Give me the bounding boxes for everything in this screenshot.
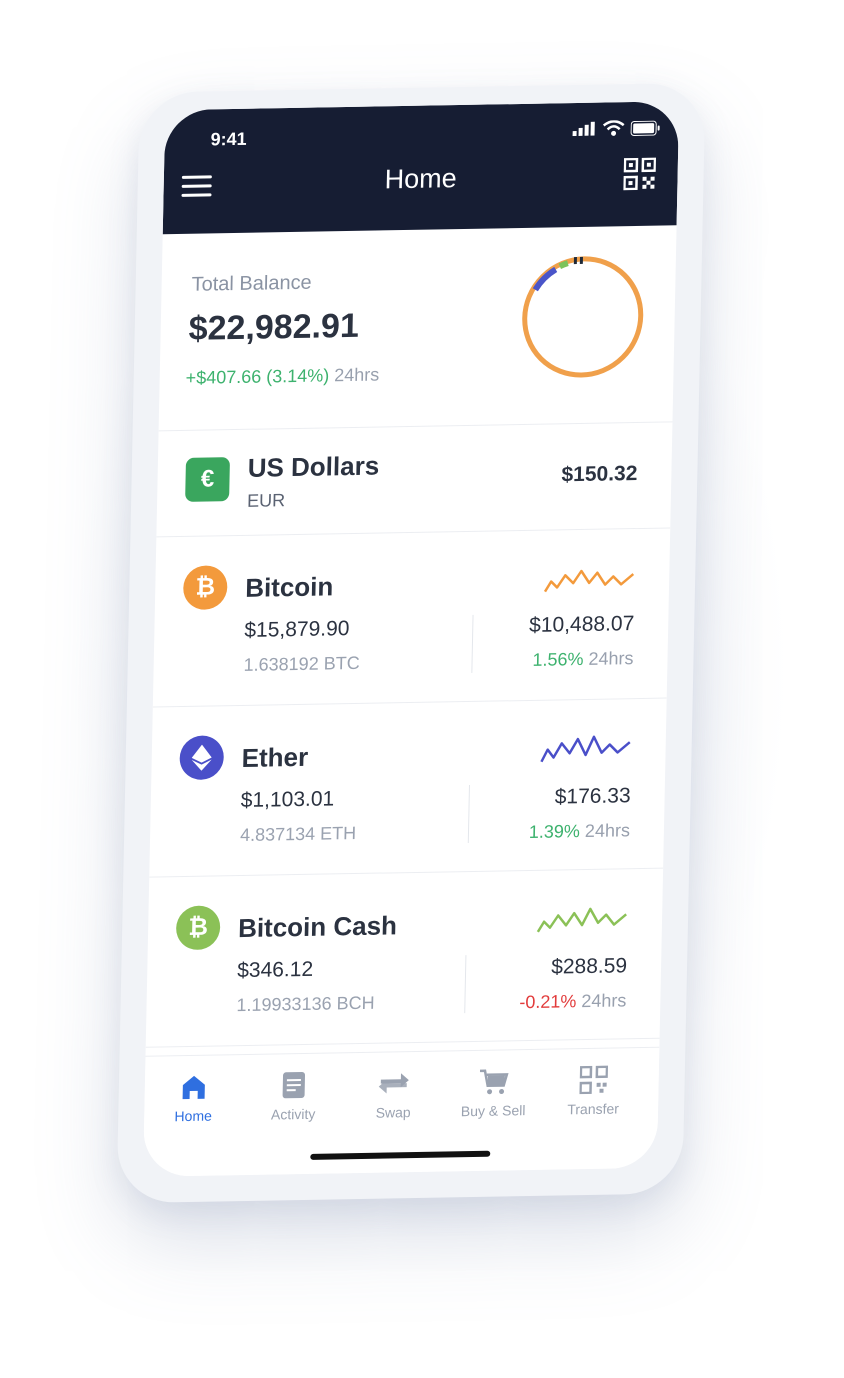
coin-holding: 1.19933136 BCH (236, 992, 375, 1016)
total-balance-amount: $22,982.91 (188, 306, 360, 348)
activity-icon (282, 1071, 306, 1099)
balance-change-period: 24hrs (334, 364, 380, 386)
battery-icon (630, 120, 660, 136)
page-title: Home (384, 163, 458, 195)
tab-label: Activity (270, 1105, 316, 1123)
signal-icon (572, 121, 595, 137)
allocation-segment-other (579, 256, 583, 264)
bitcoin-icon: ₿ (182, 565, 228, 610)
ethereum-icon (179, 735, 225, 781)
coin-change-period: 24hrs (588, 648, 634, 669)
status-time: 9:41 (210, 128, 247, 150)
tab-activity[interactable]: Activity (248, 1067, 339, 1123)
tab-label: Home (174, 1107, 213, 1125)
coin-change: 1.56% 24hrs (532, 648, 634, 671)
ether-sparkline (540, 735, 631, 763)
wifi-icon (602, 120, 625, 136)
coin-price: $288.59 (550, 954, 628, 979)
coin-change: -0.21% 24hrs (519, 990, 627, 1013)
coin-value: $346.12 (236, 957, 314, 983)
home-indicator[interactable] (310, 1150, 491, 1160)
coin-holding: 4.837134 ETH (239, 822, 357, 846)
coin-row-bitcoin-cash[interactable]: ₿ Bitcoin Cash $346.12 1.19933136 BCH $2… (145, 867, 664, 1048)
coin-change: 1.39% 24hrs (528, 820, 631, 843)
total-balance-label: Total Balance (191, 271, 312, 296)
tab-label: Buy & Sell (460, 1102, 526, 1120)
cart-icon (479, 1069, 509, 1095)
coin-row-bitcoin[interactable]: ₿ Bitcoin $15,879.90 1.638192 BTC $10,48… (152, 527, 671, 708)
cash-row[interactable]: € US Dollars EUR $150.32 (156, 421, 673, 538)
home-icon (182, 1075, 205, 1100)
total-balance-card: Total Balance $22,982.91 +$407.66 (3.14%… (158, 225, 677, 432)
coin-price: $10,488.07 (528, 612, 635, 637)
phone-screen: 9:41 Home Total Balance $22,982.91 +$407… (142, 101, 680, 1177)
bitcoin-sparkline (543, 569, 635, 593)
tab-transfer[interactable]: Transfer (548, 1062, 639, 1118)
row-divider (467, 785, 470, 844)
coin-change-value: 1.56% (532, 648, 584, 670)
phone-device: 9:41 Home Total Balance $22,982.91 +$407… (116, 82, 706, 1204)
coin-name: Bitcoin Cash (237, 910, 398, 944)
euro-icon: € (185, 457, 230, 502)
cash-value: $150.32 (561, 462, 638, 487)
cash-code: EUR (246, 490, 286, 511)
coin-value: $15,879.90 (244, 617, 350, 642)
app-header: 9:41 Home (162, 101, 680, 235)
tab-home[interactable]: Home (148, 1069, 239, 1125)
coin-price: $176.33 (554, 784, 631, 809)
status-icons (572, 120, 661, 138)
coin-row-ether[interactable]: Ether $1,103.01 4.837134 ETH $176.33 1.3… (149, 697, 667, 878)
allocation-donut-chart (522, 256, 644, 378)
coin-change-value: -0.21% (519, 991, 577, 1013)
coin-change-period: 24hrs (581, 990, 627, 1012)
swap-icon (378, 1073, 409, 1094)
tab-buy-sell[interactable]: Buy & Sell (448, 1064, 539, 1120)
row-divider (471, 614, 474, 673)
coin-name: Ether (241, 741, 309, 773)
tab-label: Transfer (567, 1100, 620, 1118)
coin-value: $1,103.01 (240, 787, 335, 813)
tab-label: Swap (375, 1104, 411, 1121)
bitcoin-cash-icon: ₿ (175, 905, 221, 951)
coin-change-value: 1.39% (528, 821, 581, 842)
qr-icon (579, 1065, 609, 1095)
tab-swap[interactable]: Swap (348, 1066, 439, 1122)
row-divider (464, 955, 467, 1014)
coin-holding: 1.638192 BTC (243, 652, 360, 675)
coin-name: Bitcoin (244, 571, 334, 603)
qr-code-icon[interactable] (623, 157, 657, 191)
coin-change-period: 24hrs (584, 820, 631, 842)
bitcoin-cash-sparkline (536, 907, 627, 933)
balance-change-value: +$407.66 (3.14%) (185, 365, 330, 388)
bottom-tab-bar: Home Activity Swap Buy & Sell Transfer (142, 1046, 660, 1177)
allocation-segment-cash (573, 257, 577, 265)
allocation-segment-bch (558, 260, 569, 270)
cash-name: US Dollars (247, 450, 380, 483)
balance-change: +$407.66 (3.14%) 24hrs (185, 364, 379, 388)
